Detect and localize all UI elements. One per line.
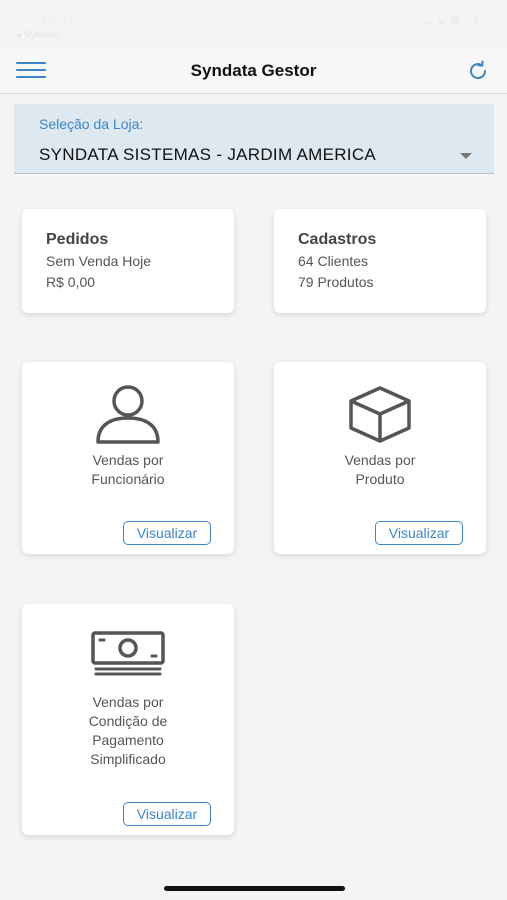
- refresh-button[interactable]: [465, 58, 491, 84]
- report-label-line: Condição de: [88, 713, 168, 729]
- registrations-card[interactable]: Cadastros 64 Clientes 79 Produtos: [274, 209, 486, 313]
- home-indicator[interactable]: [164, 886, 345, 891]
- store-selector-label: Seleção da Loja:: [39, 116, 144, 132]
- person-icon: [96, 385, 160, 444]
- view-payment-sales-button[interactable]: Visualizar: [123, 802, 211, 826]
- store-selector-value: SYNDATA SISTEMAS - JARDIM AMERICA: [39, 145, 377, 164]
- report-label-line: Pagamento: [92, 732, 164, 748]
- report-label-line: Vendas por: [344, 452, 416, 468]
- orders-card-amount: R$ 0,00: [46, 274, 96, 290]
- report-label-line: Produto: [355, 471, 405, 487]
- report-label-line: Simplificado: [90, 751, 166, 767]
- orders-card-status: Sem Venda Hoje: [46, 253, 152, 269]
- report-label-line: Funcionário: [91, 471, 165, 487]
- dropdown-arrow-icon: [460, 153, 472, 159]
- store-selector[interactable]: Seleção da Loja: SYNDATA SISTEMAS - JARD…: [14, 104, 494, 174]
- money-icon: [91, 631, 165, 676]
- status-time: 12:11: [40, 10, 76, 26]
- report-card-employee[interactable]: Vendas por Funcionário Visualizar: [22, 362, 234, 554]
- status-bar: 12:11 ◂ Syndata ▂▄▆ ▮: [0, 0, 507, 48]
- back-to-app-link[interactable]: ◂ Syndata: [16, 30, 61, 41]
- navbar: Syndata Gestor: [0, 48, 507, 94]
- view-employee-sales-button[interactable]: Visualizar: [123, 521, 211, 545]
- box-icon: [349, 386, 411, 443]
- view-product-sales-button[interactable]: Visualizar: [375, 521, 463, 545]
- report-label-line: Vendas por: [92, 452, 164, 468]
- status-icons: ▂▄▆ ▮: [424, 14, 485, 25]
- refresh-icon: [470, 60, 487, 80]
- report-card-payment[interactable]: Vendas por Condição de Pagamento Simplif…: [22, 604, 234, 835]
- report-card-product[interactable]: Vendas por Produto Visualizar: [274, 362, 486, 554]
- registrations-card-title: Cadastros: [298, 231, 377, 248]
- orders-card[interactable]: Pedidos Sem Venda Hoje R$ 0,00: [22, 209, 234, 313]
- page-title: Syndata Gestor: [190, 61, 317, 80]
- report-label-line: Vendas por: [92, 694, 164, 710]
- registrations-card-clients: 64 Clientes: [298, 253, 369, 269]
- orders-card-title: Pedidos: [46, 231, 109, 248]
- registrations-card-products: 79 Produtos: [298, 274, 374, 290]
